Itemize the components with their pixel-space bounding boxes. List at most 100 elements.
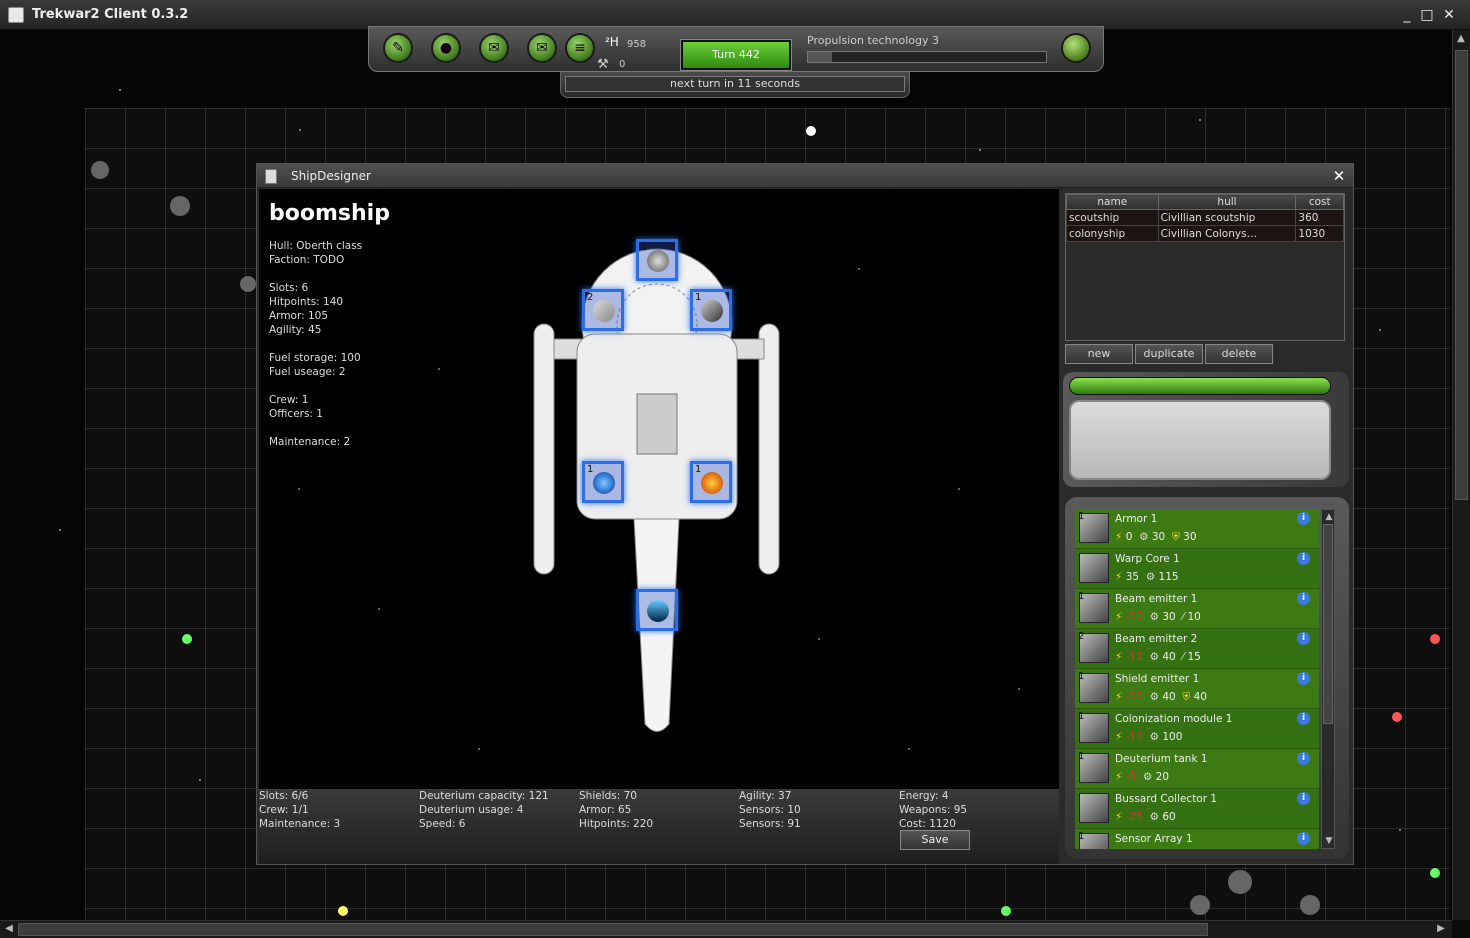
cost-value: 40 (1162, 691, 1176, 703)
list-item[interactable]: Warp Core 1 i ⚡ 35 ⚙ 115 (1075, 549, 1319, 589)
scroll-up-icon[interactable]: ▲ (1322, 510, 1336, 524)
info-icon[interactable]: i (1297, 552, 1310, 565)
mail-icon[interactable]: ✉ (527, 33, 557, 63)
cost-value: 20 (1155, 771, 1170, 783)
scroll-right-icon[interactable]: ▶ (1434, 922, 1448, 936)
wrench-icon[interactable]: ✎ (383, 33, 413, 63)
spec-line (269, 267, 362, 281)
list-item[interactable]: 1Sensor Array 1i⚡ -5 ⚙ 15 (1075, 829, 1319, 849)
info-icon[interactable]: i (1297, 632, 1310, 645)
weapon-slot[interactable]: 2 (582, 289, 624, 331)
component-stats: ⚡ -10 ⚙ 100 (1115, 731, 1189, 743)
info-icon[interactable]: i (1297, 832, 1310, 845)
design-canvas: boomship Hull: Oberth class Faction: TODO… (259, 189, 1059, 789)
map-vertical-scrollbar[interactable]: ▲ (1452, 30, 1470, 920)
spec-line: Faction: TODO (269, 254, 345, 266)
energy-value: -10 (1125, 611, 1143, 623)
maximize-button[interactable]: □ (1418, 6, 1436, 24)
hydrogen-value: 958 (627, 39, 647, 50)
energy-icon: ⚡ (1115, 651, 1123, 663)
list-item[interactable]: 1 Shield emitter 1 i ⚡ -15 ⚙ 40 ⛨ 40 (1075, 669, 1319, 709)
stat-line: Deuterium capacity: 121 (419, 790, 549, 802)
list-item[interactable]: Bussard Collector 1 i ⚡ -25 ⚙ 60 (1075, 789, 1319, 829)
component-list[interactable]: 1 Armor 1 i ⚡ 0 ⚙ 30 ⛨ 30 Warp Core 1 i ⚡ 35 ⚙… (1075, 509, 1319, 849)
info-icon[interactable]: i (1297, 712, 1310, 725)
info-icon[interactable]: i (1297, 752, 1310, 765)
cost-gear-icon: ⚙ (1149, 651, 1159, 663)
cost-gear-icon: ⚙ (1149, 731, 1159, 743)
dialog-close-button[interactable]: ✕ (1331, 167, 1347, 185)
save-button[interactable]: Save (900, 830, 970, 850)
spec-line: Fuel storage: 100 (269, 352, 361, 364)
chat-icon[interactable]: ✉ (479, 33, 509, 63)
component-name: Bussard Collector 1 (1115, 793, 1218, 805)
scroll-up-icon[interactable]: ▲ (1454, 32, 1468, 46)
list-item[interactable]: 2 Beam emitter 2 i ⚡ -12 ⚙ 40 ⁄ 15 (1075, 629, 1319, 669)
energy-value: -5 (1125, 771, 1137, 783)
component-name: Warp Core 1 (1115, 553, 1180, 565)
stat-line: Crew: 1/1 (259, 804, 309, 816)
component-stats: ⚡ 0 ⚙ 30 ⛨ 30 (1115, 531, 1197, 544)
energy-icon: ⚡ (1115, 691, 1123, 703)
close-window-button[interactable]: ✕ (1440, 6, 1458, 24)
dialog-titlebar[interactable]: ShipDesigner ✕ (257, 164, 1353, 188)
minimize-button[interactable]: _ (1398, 6, 1416, 24)
lightbulb-icon[interactable] (1061, 33, 1091, 63)
scroll-left-icon[interactable]: ◀ (2, 922, 16, 936)
design-stats: Slots: 6/6 Crew: 1/1 Maintenance: 3 Deuter… (259, 789, 1059, 864)
spec-line: Agility: 45 (269, 324, 322, 336)
list-item[interactable]: 1 Colonization module 1 i ⚡ -10 ⚙ 100 (1075, 709, 1319, 749)
list-item[interactable]: 1 Deuterium tank 1 i ⚡ -5 ⚙ 20 (1075, 749, 1319, 789)
design-hull: Civillian scoutship (1157, 209, 1297, 226)
stat-line: Weapons: 95 (899, 804, 968, 816)
armor-shield-icon: ⛨ (1171, 531, 1180, 543)
weapon-slot[interactable]: 1 (582, 461, 624, 503)
design-cost: 360 (1295, 209, 1344, 226)
component-list-scrollbar[interactable]: ▲ ▼ (1321, 509, 1335, 849)
stat-line: Agility: 37 (739, 790, 792, 802)
scroll-down-icon[interactable]: ▼ (1322, 834, 1336, 848)
duplicate-design-button[interactable]: duplicate (1135, 344, 1203, 364)
weapon-slot[interactable]: 1 (636, 239, 678, 281)
delete-design-button[interactable]: delete (1205, 344, 1273, 364)
sensor-array-icon (647, 250, 669, 272)
weapon-slot[interactable]: 1 (690, 289, 732, 331)
column-header-cost[interactable]: cost (1295, 194, 1344, 210)
component-name: Sensor Array 1 (1115, 833, 1193, 845)
component-count: 1 (1078, 591, 1085, 602)
column-header-name[interactable]: name (1066, 194, 1159, 210)
turn-button[interactable]: Turn 442 (680, 39, 792, 71)
info-icon[interactable]: i (1297, 512, 1310, 525)
engine-slot[interactable] (636, 589, 678, 631)
client-window: Trekwar2 Client 0.3.2 _ □ ✕ ▲ ◀ ▶ ✎ ● ✉ … (0, 0, 1470, 938)
component-name: Beam emitter 2 (1115, 633, 1198, 645)
energy-icon: ⚡ (1115, 731, 1123, 743)
vertical-scroll-thumb[interactable] (1455, 50, 1468, 500)
cost-value: 30 (1162, 611, 1176, 623)
planet-icon[interactable]: ● (431, 33, 461, 63)
stat-line: Deuterium usage: 4 (419, 804, 524, 816)
horizontal-scroll-thumb[interactable] (18, 923, 1208, 936)
list-item[interactable]: 1 Armor 1 i ⚡ 0 ⚙ 30 ⛨ 30 (1075, 509, 1319, 549)
new-design-button[interactable]: new (1065, 344, 1133, 364)
weapon-slot[interactable]: 1 (690, 461, 732, 503)
list-item[interactable]: 1 Beam emitter 1 i ⚡ -10 ⚙ 30 ⁄ 10 (1075, 589, 1319, 629)
info-icon[interactable]: i (1297, 672, 1310, 685)
ledger-icon[interactable]: ≡ (565, 33, 595, 63)
table-row[interactable]: scoutship Civillian scoutship 360 (1066, 209, 1344, 226)
info-icon[interactable]: i (1297, 792, 1310, 805)
info-icon[interactable]: i (1297, 592, 1310, 605)
component-count: 1 (1078, 711, 1085, 722)
stat-line: Hitpoints: 220 (579, 818, 654, 830)
design-cost: 1030 (1295, 225, 1344, 242)
tools-value: 0 (619, 59, 626, 70)
table-row[interactable]: colonyship Civillian Colonys… 1030 (1066, 225, 1344, 242)
cost-gear-icon: ⚙ (1149, 811, 1159, 823)
research-label: Propulsion technology 3 (807, 34, 940, 47)
map-horizontal-scrollbar[interactable]: ◀ ▶ (0, 920, 1452, 938)
cost-gear-icon: ⚙ (1139, 531, 1149, 543)
column-header-hull[interactable]: hull (1157, 194, 1297, 210)
cost-value: 60 (1162, 811, 1176, 823)
component-name: Colonization module 1 (1115, 713, 1233, 725)
component-scroll-thumb[interactable] (1323, 524, 1333, 724)
